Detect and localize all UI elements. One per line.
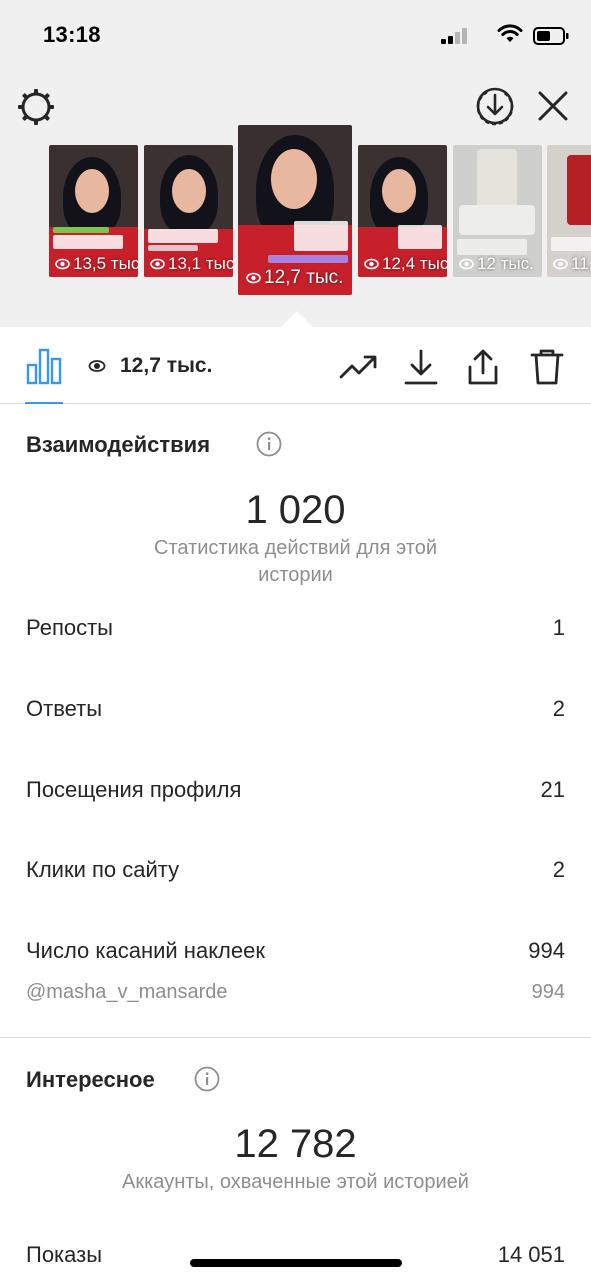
- stat-value: 2: [552, 696, 565, 721]
- story-thumbnail[interactable]: 13,5 тыс.: [49, 145, 138, 277]
- eye-icon: [150, 258, 165, 270]
- stat-value: 21: [540, 777, 565, 802]
- close-icon[interactable]: [535, 88, 571, 124]
- eye-icon: [553, 258, 568, 270]
- story-header: 13:18 13,5 тыс. 13,1 тыс. 12,7 тыс. 12,4…: [0, 0, 591, 328]
- active-story-pointer: [280, 311, 314, 328]
- story-toolbar: 12,7 тыс.: [0, 327, 591, 404]
- story-thumbnails: 13,5 тыс. 13,1 тыс. 12,7 тыс. 12,4 тыс. …: [0, 125, 591, 300]
- wifi-icon: [497, 24, 523, 42]
- status-time: 13:18: [43, 22, 101, 47]
- story-thumbnail[interactable]: 12 тыс.: [453, 145, 542, 277]
- eye-icon: [55, 258, 70, 270]
- story-thumbnail[interactable]: 12,4 тыс.: [358, 145, 447, 277]
- story-thumbnail[interactable]: 11,: [547, 145, 591, 277]
- sticker-value: 994: [531, 981, 565, 1003]
- info-icon[interactable]: [256, 431, 282, 457]
- trend-icon[interactable]: [338, 347, 378, 387]
- insights-tab-indicator: [25, 402, 63, 404]
- story-views: 12 тыс.: [459, 254, 534, 274]
- interactions-title: Взаимодействия: [26, 432, 211, 457]
- views-count: 12,7 тыс.: [120, 354, 213, 377]
- battery-icon: [533, 27, 569, 45]
- status-icons: [429, 24, 569, 46]
- eye-icon: [364, 258, 379, 270]
- story-thumbnail[interactable]: 13,1 тыс.: [144, 145, 233, 277]
- download-circle-icon[interactable]: [475, 86, 515, 126]
- stat-row: Ответы 2: [26, 696, 565, 726]
- discovery-total: 12 782: [234, 1122, 357, 1166]
- stat-row: Клики по сайту 2: [26, 857, 565, 887]
- stat-label: Посещения профиля: [26, 777, 242, 802]
- discovery-subtitle: Аккаунты, охваченные этой историей: [122, 1171, 469, 1193]
- stat-row: Число касаний наклеек 994: [26, 938, 565, 968]
- eye-icon: [459, 258, 474, 270]
- stat-row: Показы 14 051: [26, 1242, 565, 1272]
- story-views: 13,5 тыс.: [55, 254, 138, 274]
- stat-value: 994: [528, 938, 565, 963]
- stat-value: 14 051: [497, 1242, 565, 1267]
- home-indicator[interactable]: [190, 1259, 402, 1267]
- story-views: 11,: [553, 254, 591, 274]
- stat-value: 2: [552, 857, 565, 882]
- download-icon[interactable]: [401, 347, 441, 387]
- stat-label: Клики по сайту: [26, 857, 180, 882]
- eye-icon: [246, 272, 261, 284]
- share-icon[interactable]: [463, 347, 503, 387]
- sticker-handle: @masha_v_mansarde: [26, 981, 228, 1003]
- story-thumbnail-active[interactable]: 12,7 тыс.: [238, 125, 352, 295]
- section-divider: [0, 1037, 591, 1038]
- sticker-row: @masha_v_mansarde 994: [26, 981, 565, 1011]
- interactions-subtitle: Статистика действий для этой истории: [154, 537, 437, 586]
- eye-icon: [88, 360, 106, 372]
- stat-label: Репосты: [26, 615, 113, 640]
- stat-label: Число касаний наклеек: [26, 938, 265, 963]
- info-icon[interactable]: [194, 1066, 220, 1092]
- story-views: 12,7 тыс.: [246, 267, 343, 289]
- story-views: 13,1 тыс.: [150, 254, 233, 274]
- bar-chart-icon[interactable]: [25, 347, 63, 385]
- gear-icon[interactable]: [16, 87, 56, 127]
- stat-row: Репосты 1: [26, 615, 565, 645]
- story-views: 12,4 тыс.: [364, 254, 447, 274]
- stat-label: Ответы: [26, 696, 103, 721]
- discovery-title: Интересное: [26, 1067, 155, 1092]
- signal-icon: [441, 28, 467, 44]
- stat-row: Посещения профиля 21: [26, 777, 565, 807]
- stat-value: 1: [552, 615, 565, 640]
- interactions-total: 1 020: [245, 488, 346, 532]
- stat-label: Показы: [26, 1242, 103, 1267]
- trash-icon[interactable]: [527, 347, 567, 387]
